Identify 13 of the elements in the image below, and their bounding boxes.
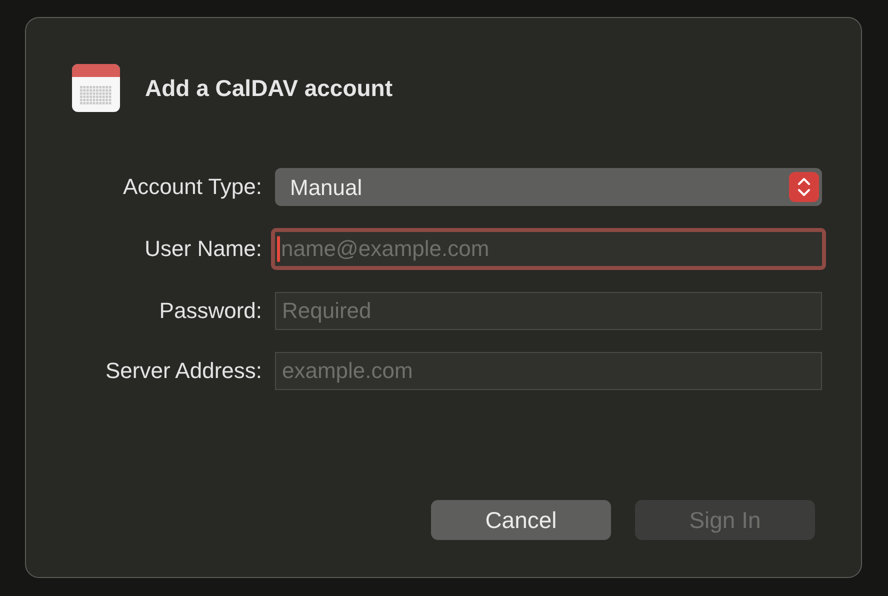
dialog-title: Add a CalDAV account (145, 74, 392, 103)
input-field[interactable]: Required (275, 292, 822, 330)
field-label: User Name: (144, 238, 262, 260)
input-field[interactable]: name@example.com (271, 228, 826, 270)
account-type-dropdown[interactable]: Manual (275, 168, 822, 206)
calendar-icon (72, 64, 120, 112)
field-label: Password: (158, 300, 262, 322)
field-label: Account Type: (122, 176, 262, 198)
input-field[interactable]: example.com (275, 352, 822, 390)
field-label: Server Address: (104, 360, 262, 382)
chevron-up-down-icon (789, 172, 819, 202)
text-cursor (277, 236, 280, 262)
cancel-button[interactable]: Cancel (431, 500, 611, 540)
